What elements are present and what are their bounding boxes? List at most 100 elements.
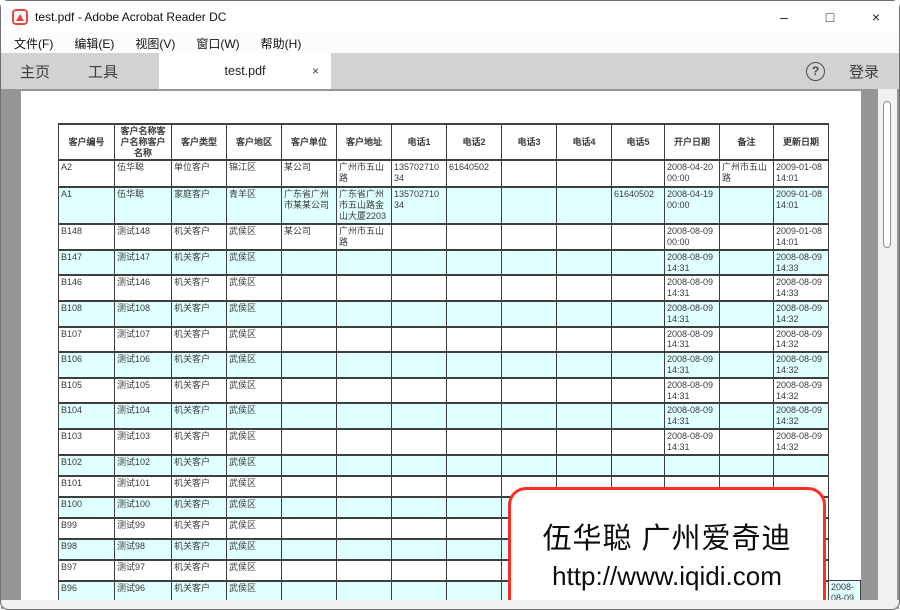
window-title: test.pdf - Adobe Acrobat Reader DC <box>35 10 226 24</box>
table-cell: B147 <box>59 250 115 276</box>
table-cell: 2008-08-09 14:31 <box>665 429 720 455</box>
table-cell <box>720 250 774 276</box>
table-cell: 2008-08-09 14:31 <box>665 352 720 378</box>
table-cell <box>282 275 337 301</box>
table-cell <box>557 301 612 327</box>
table-row: B147测试147机关客户武侯区2008-08-09 14:312008-08-… <box>59 250 861 276</box>
table-row: A1伍华聪家庭客户青羊区广东省广州市某某公司广东省广州市五山路金山大厦22031… <box>59 187 861 223</box>
sign-in-button[interactable]: 登录 <box>849 61 879 82</box>
table-cell <box>392 275 447 301</box>
table-cell <box>720 327 774 353</box>
table-row: B146测试146机关客户武侯区2008-08-09 14:312008-08-… <box>59 275 861 301</box>
table-cell: 2008-08-09 14:31 <box>665 327 720 353</box>
table-cell <box>447 250 502 276</box>
table-cell: B146 <box>59 275 115 301</box>
table-cell <box>447 378 502 404</box>
column-header: 电话2 <box>447 124 502 160</box>
table-cell <box>612 301 665 327</box>
table-cell <box>392 429 447 455</box>
table-cell <box>337 327 392 353</box>
watermark-stamp: 伍华聪 广州爱奇迪 http://www.iqidi.com <box>508 487 826 609</box>
column-header: 客户名称客户名称客户名称 <box>115 124 172 160</box>
table-cell: 2008-04-20 00:00 <box>665 160 720 187</box>
table-cell <box>282 476 337 497</box>
table-cell <box>502 327 557 353</box>
table-cell: 武侯区 <box>227 275 282 301</box>
table-cell <box>282 250 337 276</box>
table-cell: 测试146 <box>115 275 172 301</box>
column-header: 更新日期 <box>774 124 829 160</box>
menu-item[interactable]: 视图(V) <box>135 35 175 52</box>
table-cell <box>557 403 612 429</box>
tab-tools[interactable]: 工具 <box>69 53 137 89</box>
table-cell: 测试148 <box>115 224 172 250</box>
table-cell: 机关客户 <box>172 403 227 429</box>
table-row: B102测试102机关客户武侯区 <box>59 455 861 476</box>
horizontal-scrollbar[interactable] <box>1 600 899 609</box>
table-cell: 测试147 <box>115 250 172 276</box>
maximize-button[interactable]: □ <box>807 1 853 33</box>
table-cell <box>392 327 447 353</box>
table-cell: 2008-08-09 14:33 <box>774 275 829 301</box>
document-tab[interactable]: test.pdf × <box>159 53 331 89</box>
table-cell: 2009-01-08 14:01 <box>774 187 829 223</box>
table-cell <box>447 429 502 455</box>
close-button[interactable]: × <box>853 1 899 33</box>
table-cell <box>392 224 447 250</box>
help-icon[interactable]: ? <box>806 62 825 81</box>
document-area: 客户编号客户名称客户名称客户名称客户类型客户地区客户单位客户地址电话1电话2电话… <box>1 89 899 609</box>
table-cell <box>612 455 665 476</box>
table-cell <box>392 560 447 581</box>
table-cell: 武侯区 <box>227 327 282 353</box>
column-header: 电话5 <box>612 124 665 160</box>
table-cell <box>447 518 502 539</box>
table-cell: B102 <box>59 455 115 476</box>
table-cell <box>502 160 557 187</box>
table-cell <box>337 378 392 404</box>
table-cell: 机关客户 <box>172 518 227 539</box>
table-cell <box>282 352 337 378</box>
table-cell <box>282 455 337 476</box>
table-cell: B97 <box>59 560 115 581</box>
table-cell: 机关客户 <box>172 476 227 497</box>
vertical-scrollbar[interactable] <box>878 89 897 600</box>
table-cell <box>502 250 557 276</box>
menu-item[interactable]: 文件(F) <box>14 35 53 52</box>
table-cell <box>502 455 557 476</box>
table-cell: 锦江区 <box>227 160 282 187</box>
table-cell: 机关客户 <box>172 327 227 353</box>
table-cell: 测试103 <box>115 429 172 455</box>
table-cell: 2008-08-09 14:31 <box>665 275 720 301</box>
table-cell <box>665 455 720 476</box>
table-cell: 机关客户 <box>172 250 227 276</box>
table-cell <box>720 378 774 404</box>
table-cell: 测试105 <box>115 378 172 404</box>
tab-home[interactable]: 主页 <box>1 53 69 89</box>
table-cell <box>557 187 612 223</box>
table-cell <box>502 352 557 378</box>
watermark-url: http://www.iqidi.com <box>552 561 782 592</box>
table-cell <box>447 275 502 301</box>
table-row: B107测试107机关客户武侯区2008-08-09 14:312008-08-… <box>59 327 861 353</box>
table-cell: 13570271034 <box>392 160 447 187</box>
column-header: 电话1 <box>392 124 447 160</box>
table-cell <box>557 250 612 276</box>
menu-item[interactable]: 窗口(W) <box>196 35 239 52</box>
acrobat-pdf-icon <box>12 9 28 25</box>
table-cell <box>392 352 447 378</box>
table-cell <box>392 378 447 404</box>
table-cell <box>720 352 774 378</box>
minimize-button[interactable]: – <box>761 1 807 33</box>
close-tab-icon[interactable]: × <box>312 64 319 78</box>
table-row: B106测试106机关客户武侯区2008-08-09 14:312008-08-… <box>59 352 861 378</box>
table-cell: 测试107 <box>115 327 172 353</box>
vertical-scrollbar-thumb[interactable] <box>883 101 891 248</box>
table-cell <box>557 455 612 476</box>
table-cell: 测试100 <box>115 497 172 518</box>
table-cell: 机关客户 <box>172 378 227 404</box>
menu-item[interactable]: 编辑(E) <box>74 35 114 52</box>
table-cell <box>337 518 392 539</box>
table-cell <box>447 539 502 560</box>
menu-item[interactable]: 帮助(H) <box>261 35 302 52</box>
table-cell: 测试106 <box>115 352 172 378</box>
